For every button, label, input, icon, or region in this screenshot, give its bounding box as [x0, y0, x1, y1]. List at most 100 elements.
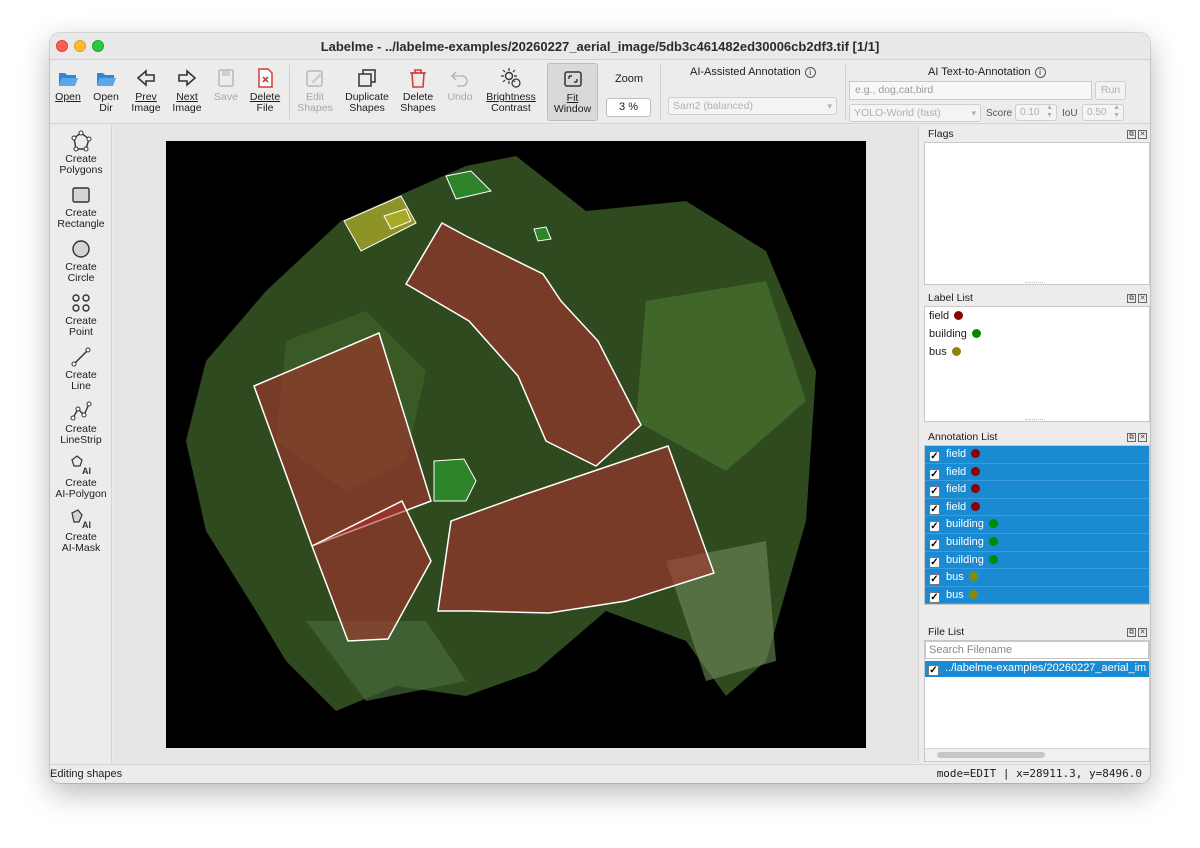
toolbar-separator [660, 65, 661, 119]
visibility-checkbox[interactable]: ✓ [929, 503, 940, 515]
score-spinbox[interactable]: 0.10 ▲ ▼ [1015, 104, 1057, 121]
annotation-label: field [946, 465, 967, 478]
annotation-list-item[interactable]: ✓ field [925, 446, 1149, 464]
create-rectangle-button[interactable]: Create Rectangle [50, 184, 112, 230]
create-line-button[interactable]: Create Line [50, 346, 112, 392]
create-ai-mask-button[interactable]: AI Create AI-Mask [50, 508, 112, 554]
annotation-label: bus [946, 571, 964, 584]
close-icon[interactable]: ✕ [1138, 294, 1147, 303]
close-icon[interactable]: ✕ [1138, 433, 1147, 442]
label-list[interactable]: field building bus [924, 306, 1150, 422]
visibility-checkbox[interactable]: ✓ [929, 486, 940, 498]
dock-buttons: ⧉ ✕ [1125, 129, 1147, 139]
label-list-item[interactable]: bus [925, 343, 1149, 361]
prev-image-label-2: Image [131, 102, 161, 114]
info-icon[interactable]: i [1034, 67, 1046, 78]
prev-image-button[interactable]: Prev Image [128, 63, 164, 121]
annotation-list-item[interactable]: ✓ field [925, 463, 1149, 482]
create-point-button[interactable]: Create Point [50, 292, 112, 338]
create-linestrip-button[interactable]: Create LineStrip [50, 400, 112, 446]
annotation-list-item[interactable]: ✓ building [925, 516, 1149, 534]
visibility-checkbox[interactable]: ✓ [929, 574, 940, 586]
file-checkbox[interactable]: ✓ [928, 665, 939, 676]
info-icon[interactable]: i [804, 67, 816, 78]
visibility-checkbox[interactable]: ✓ [929, 591, 940, 603]
visibility-checkbox[interactable]: ✓ [929, 468, 940, 480]
fit-window-button[interactable]: Fit Window [547, 63, 598, 121]
annotation-list[interactable]: ✓ field ✓ field ✓ field ✓ field ✓ building ✓ b… [924, 445, 1150, 605]
annotation-list-item[interactable]: ✓ bus [925, 569, 1149, 587]
search-filename-input[interactable]: Search Filename [925, 641, 1149, 659]
brightness-contrast-button[interactable]: Brightness Contrast [482, 63, 540, 121]
resize-grip[interactable] [1025, 282, 1045, 285]
iou-spinbox[interactable]: 0.50 ▲ ▼ [1082, 104, 1124, 121]
float-icon[interactable]: ⧉ [1127, 628, 1136, 637]
annotation-list-item[interactable]: ✓ building [925, 551, 1149, 570]
text-model-select[interactable]: YOLO-World (fast) ▾ [849, 104, 981, 122]
label-list-item[interactable]: field [925, 307, 1149, 325]
dock-buttons: ⧉ ✕ [1125, 293, 1147, 303]
delete-shapes-button[interactable]: Delete Shapes [397, 63, 439, 121]
close-icon[interactable]: ✕ [1138, 628, 1147, 637]
label-name: bus [929, 346, 947, 358]
horizontal-scrollbar[interactable] [925, 748, 1149, 761]
undo-button[interactable]: Undo [444, 63, 476, 121]
shape-tools-sidebar: Create Polygons Create Rectangle Create … [50, 125, 112, 763]
duplicate-shapes-button[interactable]: Duplicate Shapes [342, 63, 392, 121]
annotation-list-item[interactable]: ✓ field [925, 498, 1149, 517]
points-icon [72, 294, 90, 312]
aerial-image-canvas[interactable] [166, 141, 866, 748]
ai-polygon-icon: AI [71, 455, 91, 476]
spin-arrows-icon: ▲ ▼ [1113, 104, 1120, 119]
delete-file-button[interactable]: Delete File [246, 63, 284, 121]
file-list-item[interactable]: ✓ ../labelme-examples/20260227_aerial_im [925, 661, 1149, 677]
visibility-checkbox[interactable]: ✓ [929, 521, 940, 533]
create-ai-polygon-button[interactable]: AI Create AI-Polygon [50, 454, 112, 500]
visibility-checkbox[interactable]: ✓ [929, 538, 940, 550]
label-list-item[interactable]: building [925, 325, 1149, 343]
visibility-checkbox[interactable]: ✓ [929, 451, 940, 462]
arrow-right-icon [178, 69, 197, 87]
next-image-button[interactable]: Next Image [169, 63, 205, 121]
float-icon[interactable]: ⧉ [1127, 433, 1136, 442]
visibility-checkbox[interactable]: ✓ [929, 556, 940, 568]
chevron-down-icon: ▾ [827, 101, 832, 111]
create-polygons-button[interactable]: Create Polygons [50, 130, 112, 176]
label-color-swatch [971, 484, 981, 494]
float-icon[interactable]: ⧉ [1127, 130, 1136, 139]
float-icon[interactable]: ⧉ [1127, 294, 1136, 303]
close-icon[interactable]: ✕ [1138, 130, 1147, 139]
ai-assisted-title: AI-Assisted Annotation i [690, 66, 816, 78]
resize-grip[interactable] [1025, 419, 1045, 422]
flags-list[interactable] [924, 142, 1150, 285]
ai-model-select[interactable]: Sam2 (balanced) ▾ [668, 97, 837, 115]
brightness-icon [501, 68, 521, 88]
annotation-label: building [946, 535, 984, 548]
label-color-swatch [951, 347, 961, 356]
text-prompt-input[interactable]: e.g., dog,cat,bird [849, 81, 1092, 100]
svg-text:AI: AI [82, 520, 91, 530]
open-button[interactable]: Open [52, 63, 84, 121]
delete-file-label-2: File [256, 102, 274, 114]
chevron-down-icon: ▾ [971, 108, 976, 118]
create-circle-button[interactable]: Create Circle [50, 238, 112, 284]
label-list-dock: Label List ⧉ ✕ field building bus [924, 290, 1150, 422]
annotation-list-item[interactable]: ✓ building [925, 533, 1149, 552]
circle-icon [72, 240, 90, 258]
scrollbar-thumb[interactable] [937, 752, 1045, 758]
edit-shapes-button[interactable]: Edit Shapes [294, 63, 336, 121]
annotation-list-item[interactable]: ✓ field [925, 481, 1149, 499]
create-linestrip-label-2: LineStrip [60, 434, 102, 446]
ai-mask-icon: AI [71, 509, 91, 530]
run-button[interactable]: Run [1095, 81, 1126, 100]
canvas-area[interactable] [113, 125, 919, 763]
save-label: Save [214, 91, 238, 103]
delete-file-icon [258, 68, 273, 88]
save-button[interactable]: Save [210, 63, 242, 121]
annotation-label: bus [946, 588, 964, 601]
text-model-value: YOLO-World (fast) [854, 107, 941, 119]
file-list-panel: Search Filename ✓ ../labelme-examples/202… [924, 640, 1150, 762]
zoom-input[interactable]: 3 % [606, 98, 651, 117]
open-dir-button[interactable]: Open Dir [88, 63, 124, 121]
annotation-list-item[interactable]: ✓ bus [925, 586, 1149, 605]
